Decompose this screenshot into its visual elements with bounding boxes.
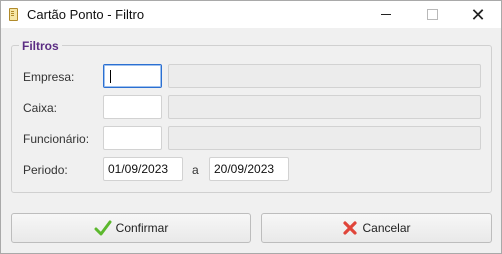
filters-group-title: Filtros bbox=[19, 39, 62, 53]
text-caret bbox=[110, 70, 111, 83]
periodo-label: Periodo: bbox=[23, 163, 68, 177]
document-icon bbox=[9, 8, 18, 21]
cancel-button[interactable]: Cancelar bbox=[261, 213, 492, 243]
empresa-label: Empresa: bbox=[23, 70, 75, 84]
maximize-button[interactable] bbox=[409, 1, 455, 28]
confirm-button[interactable]: Confirmar bbox=[11, 213, 251, 243]
cancel-label: Cancelar bbox=[362, 221, 411, 235]
periodo-separator: a bbox=[192, 163, 199, 177]
empresa-code-input[interactable] bbox=[103, 64, 162, 88]
empresa-name-field bbox=[168, 64, 481, 88]
caixa-name-field bbox=[168, 95, 481, 119]
dialog-window: Cartão Ponto - Filtro ✕ Filtros Empresa:… bbox=[0, 0, 502, 254]
close-button[interactable]: ✕ bbox=[455, 1, 501, 28]
check-icon bbox=[94, 220, 112, 236]
caixa-code-input[interactable] bbox=[103, 95, 162, 119]
maximize-icon bbox=[426, 9, 438, 20]
title-bar[interactable]: Cartão Ponto - Filtro ✕ bbox=[1, 1, 501, 28]
caixa-label: Caixa: bbox=[23, 101, 58, 115]
periodo-end-input[interactable]: 20/09/2023 bbox=[209, 157, 289, 181]
confirm-label: Confirmar bbox=[115, 221, 169, 235]
minimize-button[interactable] bbox=[363, 1, 409, 28]
periodo-start-input[interactable]: 01/09/2023 bbox=[103, 157, 183, 181]
x-icon bbox=[343, 221, 358, 235]
close-icon: ✕ bbox=[470, 4, 486, 25]
funcionario-name-field bbox=[168, 126, 481, 150]
window-title: Cartão Ponto - Filtro bbox=[27, 7, 145, 22]
funcionario-label: Funcionário: bbox=[23, 132, 90, 146]
minimize-icon bbox=[381, 14, 391, 15]
funcionario-code-input[interactable] bbox=[103, 126, 162, 150]
